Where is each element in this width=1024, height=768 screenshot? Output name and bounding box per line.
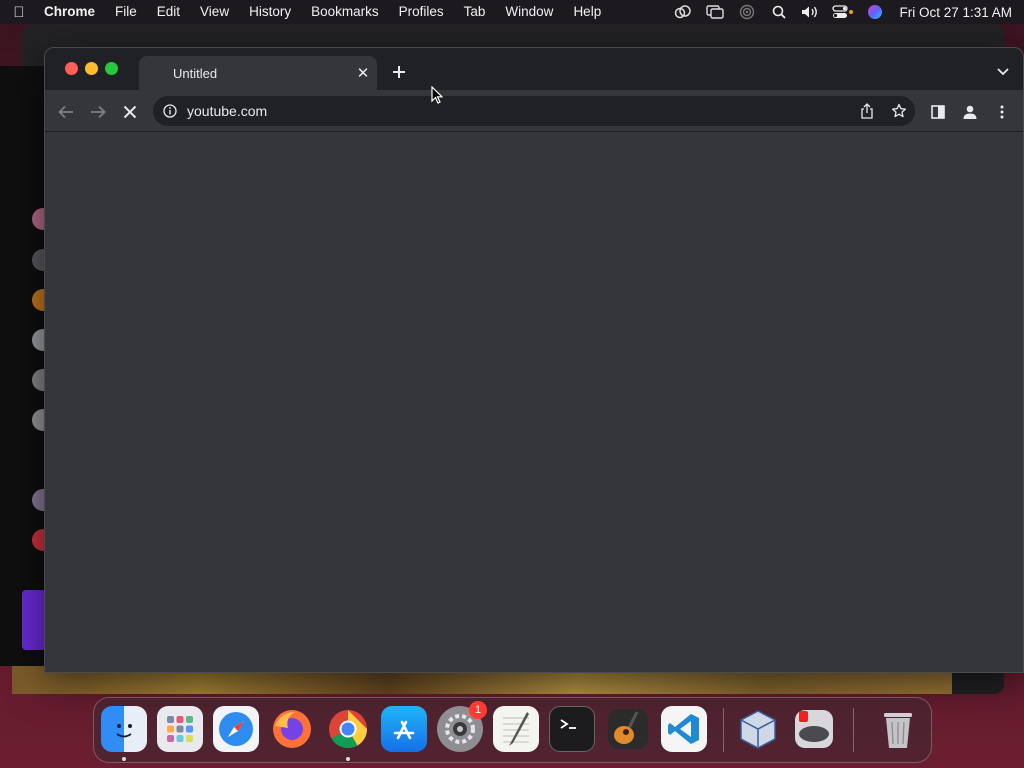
airplay-icon[interactable] <box>731 0 763 24</box>
profile-button[interactable] <box>957 99 983 125</box>
finder-running-dot <box>122 757 126 761</box>
menu-tab[interactable]: Tab <box>454 0 496 24</box>
background-sidebar <box>0 66 44 666</box>
profile-icon <box>963 105 977 119</box>
menu-file[interactable]: File <box>105 0 147 24</box>
tab-strip: Untitled ✕ <box>45 48 1023 90</box>
chevron-down-icon <box>997 68 1009 76</box>
menu-clock[interactable]: Fri Oct 27 1:31 AM <box>891 5 1024 20</box>
menu-edit[interactable]: Edit <box>147 0 190 24</box>
chrome-window: Untitled ✕ youtube.com <box>44 47 1024 673</box>
share-icon[interactable] <box>851 96 883 126</box>
url-text[interactable]: youtube.com <box>187 103 851 119</box>
spotlight-search-icon[interactable] <box>763 0 795 24</box>
safari-icon[interactable] <box>213 706 259 752</box>
back-button[interactable] <box>53 99 79 125</box>
parallels-icon[interactable] <box>791 706 837 752</box>
chrome-menu-button[interactable] <box>989 99 1015 125</box>
kebab-menu-icon <box>1000 105 1004 119</box>
tab-untitled[interactable]: Untitled ✕ <box>139 56 377 90</box>
creative-cloud-icon[interactable] <box>667 0 699 24</box>
volume-icon[interactable] <box>795 0 827 24</box>
menu-window[interactable]: Window <box>495 0 563 24</box>
stop-loading-button[interactable] <box>117 99 143 125</box>
plus-icon <box>393 66 405 78</box>
virtualbox-icon[interactable] <box>735 706 781 752</box>
dock-separator <box>853 708 854 752</box>
menu-help[interactable]: Help <box>563 0 611 24</box>
page-content-area <box>45 133 1023 672</box>
apple-menu-icon[interactable]:  <box>0 4 38 21</box>
tab-title: Untitled <box>173 65 218 81</box>
mouse-cursor-icon <box>431 86 443 104</box>
menu-profiles[interactable]: Profiles <box>389 0 454 24</box>
new-tab-button[interactable] <box>387 60 411 84</box>
notification-badge: 1 <box>469 701 487 719</box>
arrow-right-icon <box>91 105 106 119</box>
tab-close-icon[interactable]: ✕ <box>349 64 377 82</box>
vscode-icon[interactable] <box>661 706 707 752</box>
arrow-left-icon <box>58 105 73 119</box>
side-panel-button[interactable] <box>925 99 951 125</box>
firefox-icon[interactable] <box>269 706 315 752</box>
garageband-icon[interactable] <box>605 706 651 752</box>
forward-button[interactable] <box>85 99 111 125</box>
dock: 1 <box>93 697 932 763</box>
finder-icon[interactable] <box>101 706 147 752</box>
textedit-icon[interactable] <box>493 706 539 752</box>
address-bar[interactable]: youtube.com <box>153 96 915 126</box>
bookmark-star-icon[interactable] <box>883 96 915 126</box>
system-settings-icon[interactable]: 1 <box>437 701 487 752</box>
trash-icon[interactable] <box>875 706 921 752</box>
control-center-icon[interactable] <box>827 0 859 24</box>
screen-mirroring-icon[interactable] <box>699 0 731 24</box>
browser-toolbar: youtube.com <box>45 90 1023 132</box>
menu-bookmarks[interactable]: Bookmarks <box>301 0 389 24</box>
menu-history[interactable]: History <box>239 0 301 24</box>
close-icon <box>123 105 137 119</box>
menu-bar:  Chrome File Edit View History Bookmark… <box>0 0 1024 24</box>
menu-view[interactable]: View <box>190 0 239 24</box>
window-close-button[interactable] <box>65 62 78 75</box>
site-info-icon[interactable] <box>153 104 187 118</box>
chrome-icon[interactable] <box>325 706 371 752</box>
dock-separator <box>723 708 724 752</box>
siri-icon[interactable] <box>859 0 891 24</box>
terminal-icon[interactable] <box>549 706 595 752</box>
tab-search-button[interactable] <box>991 60 1015 84</box>
side-panel-icon <box>931 105 945 119</box>
background-accent <box>22 590 46 650</box>
menu-app-name[interactable]: Chrome <box>38 0 105 24</box>
app-store-icon[interactable] <box>381 706 427 752</box>
window-minimize-button[interactable] <box>85 62 98 75</box>
launchpad-icon[interactable] <box>157 706 203 752</box>
window-zoom-button[interactable] <box>105 62 118 75</box>
chrome-running-dot <box>346 757 350 761</box>
